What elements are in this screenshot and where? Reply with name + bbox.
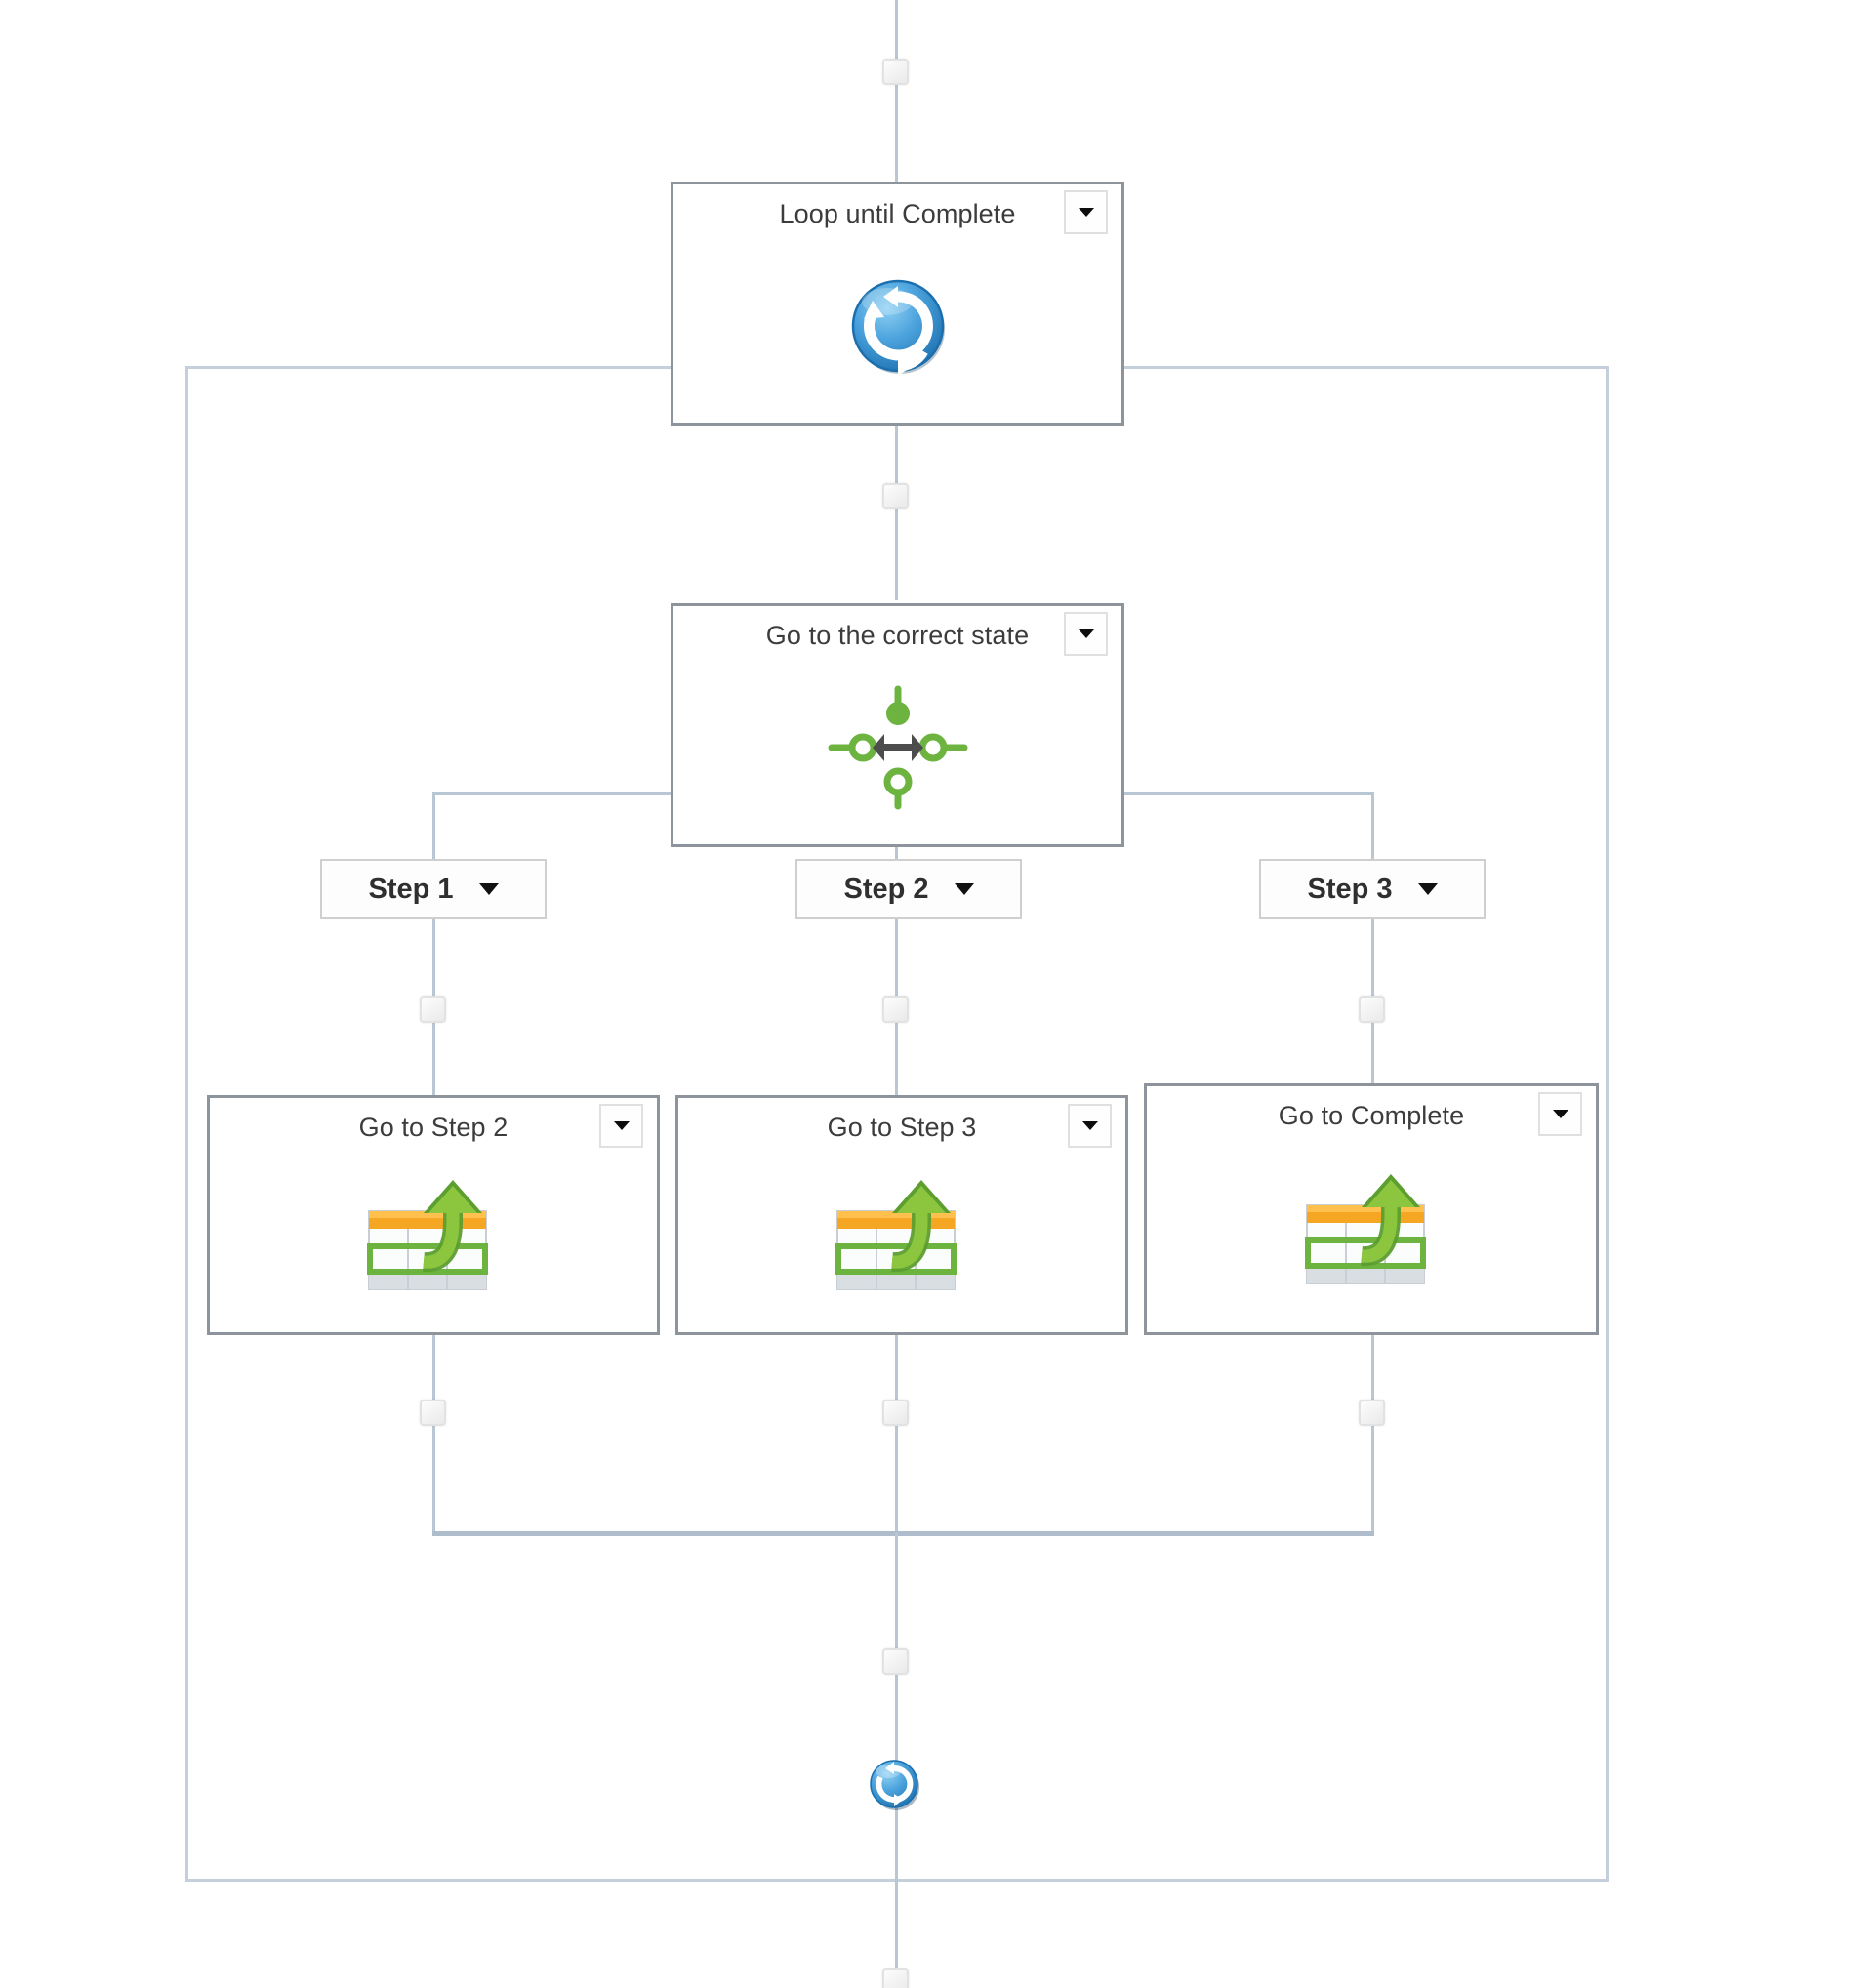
go-to-state-table-icon bbox=[355, 1176, 511, 1298]
connector-branch-right-drop bbox=[1371, 792, 1374, 859]
node-title: Go to Step 3 bbox=[827, 1113, 977, 1142]
state-button-step-1[interactable]: Step 1 bbox=[320, 859, 547, 919]
state-button-label: Step 3 bbox=[1307, 872, 1393, 905]
connector-handle-bottom[interactable] bbox=[882, 1968, 909, 1988]
node-menu-button[interactable] bbox=[1538, 1092, 1582, 1136]
node-go-to-complete[interactable]: Go to Complete bbox=[1144, 1083, 1599, 1335]
chevron-down-icon bbox=[1081, 1121, 1098, 1130]
node-body bbox=[678, 1143, 1125, 1332]
node-header: Go to Step 3 bbox=[678, 1098, 1125, 1148]
connector-handle-step3[interactable] bbox=[1359, 996, 1385, 1023]
connector-action3-to-merge bbox=[1371, 1335, 1374, 1533]
state-button-label: Step 2 bbox=[843, 872, 929, 905]
chevron-down-icon bbox=[1417, 883, 1438, 895]
node-menu-button[interactable] bbox=[1068, 1104, 1112, 1148]
node-go-to-step-2[interactable]: Go to Step 2 bbox=[207, 1095, 660, 1335]
state-button-label: Step 1 bbox=[368, 872, 454, 905]
node-loop-until-complete[interactable]: Loop until Complete bbox=[671, 182, 1124, 426]
node-go-to-correct-state[interactable]: Go to the correct state bbox=[671, 603, 1124, 847]
chevron-down-icon bbox=[613, 1121, 630, 1130]
node-body bbox=[673, 229, 1121, 423]
chevron-down-icon bbox=[954, 883, 974, 895]
node-menu-button[interactable] bbox=[599, 1104, 643, 1148]
workflow-canvas[interactable]: Loop until Complete Go to the correct st… bbox=[0, 0, 1874, 1988]
node-header: Go to Complete bbox=[1147, 1086, 1596, 1136]
connector-action2-to-merge bbox=[895, 1335, 898, 1533]
connector-top-incoming bbox=[895, 0, 898, 182]
connector-branch-left-drop bbox=[432, 792, 435, 859]
node-body bbox=[1147, 1131, 1596, 1332]
go-to-state-table-icon bbox=[824, 1176, 980, 1298]
node-header: Go to Step 2 bbox=[210, 1098, 657, 1148]
chevron-down-icon bbox=[1078, 629, 1094, 638]
loop-refresh-small-icon bbox=[867, 1757, 923, 1813]
connector-loop-to-switch bbox=[895, 425, 898, 600]
node-title: Go to Complete bbox=[1278, 1101, 1465, 1130]
loop-refresh-icon bbox=[840, 268, 956, 384]
node-title: Loop until Complete bbox=[779, 199, 1016, 228]
node-header: Go to the correct state bbox=[673, 606, 1121, 656]
connector-handle-merge[interactable] bbox=[882, 1648, 909, 1675]
node-title: Go to Step 2 bbox=[358, 1113, 509, 1142]
node-menu-button[interactable] bbox=[1064, 190, 1108, 234]
node-header: Loop until Complete bbox=[673, 184, 1121, 234]
connector-handle-step1[interactable] bbox=[420, 996, 446, 1023]
connector-handle-step2[interactable] bbox=[882, 996, 909, 1023]
connector-merge-bus bbox=[432, 1531, 1374, 1536]
go-to-state-table-icon bbox=[1293, 1170, 1449, 1292]
node-body bbox=[673, 651, 1121, 844]
state-switch-icon bbox=[820, 683, 976, 812]
node-go-to-step-3[interactable]: Go to Step 3 bbox=[675, 1095, 1128, 1335]
node-title: Go to the correct state bbox=[765, 621, 1030, 650]
chevron-down-icon bbox=[1078, 208, 1094, 217]
connector-loopback-to-bottom bbox=[895, 1785, 898, 1988]
connector-handle-action2[interactable] bbox=[882, 1400, 909, 1426]
chevron-down-icon bbox=[1552, 1110, 1568, 1118]
state-button-step-2[interactable]: Step 2 bbox=[795, 859, 1022, 919]
connector-handle-action3[interactable] bbox=[1359, 1400, 1385, 1426]
chevron-down-icon bbox=[478, 883, 499, 895]
connector-handle-action1[interactable] bbox=[420, 1400, 446, 1426]
node-body bbox=[210, 1143, 657, 1332]
connector-handle-loop-switch[interactable] bbox=[882, 483, 909, 509]
connector-handle-top[interactable] bbox=[882, 59, 909, 85]
node-loop-back-marker[interactable] bbox=[867, 1757, 923, 1813]
state-button-step-3[interactable]: Step 3 bbox=[1259, 859, 1486, 919]
connector-action1-to-merge bbox=[432, 1335, 435, 1533]
node-menu-button[interactable] bbox=[1064, 612, 1108, 656]
